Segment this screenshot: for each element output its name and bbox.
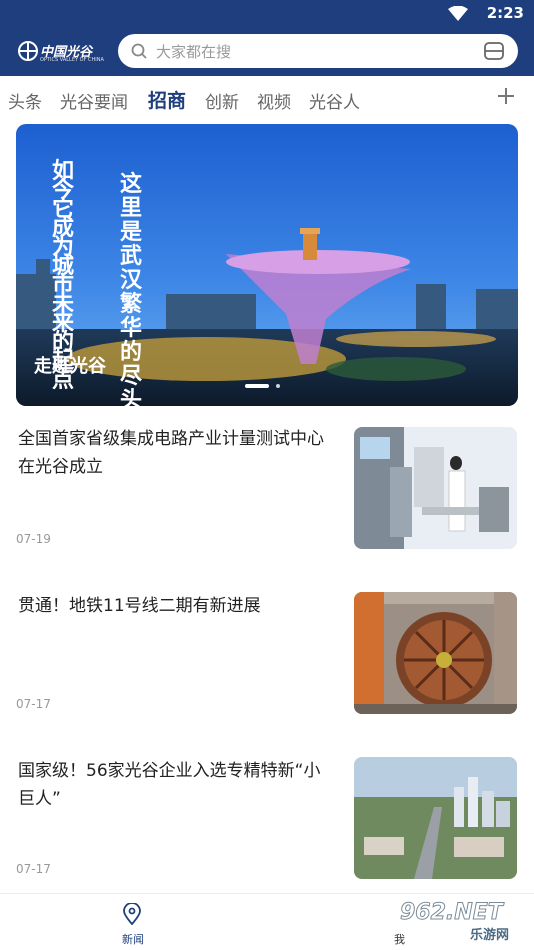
logo-subtext: OPTICS VALLEY OF CHINA: [40, 57, 104, 63]
watermark-brand: 962.NET: [400, 900, 504, 926]
search-placeholder: 大家都在搜: [156, 43, 232, 61]
news-thumbnail[interactable]: [354, 757, 517, 879]
lab-photo: [354, 427, 517, 549]
banner-caption: 走进光谷: [34, 356, 106, 377]
tab-innovation[interactable]: 创新: [205, 88, 239, 113]
tunnel-boring-machine-photo: [354, 592, 517, 714]
add-channel-icon[interactable]: [496, 86, 516, 106]
app-header: 2:23 中国光谷 OPTICS VALLEY OF CHINA 大家都在搜: [0, 0, 534, 76]
tab-optics-valley-news[interactable]: 光谷要闻: [60, 88, 128, 113]
search-bar[interactable]: 大家都在搜: [118, 34, 518, 68]
news-date: 07-17: [16, 697, 51, 711]
news-title[interactable]: 贯通！地铁11号线二期有新进展: [18, 592, 334, 620]
news-date: 07-19: [16, 532, 51, 546]
location-pin-icon[interactable]: [122, 903, 142, 925]
news-title[interactable]: 全国首家省级集成电路产业计量测试中心在光谷成立: [18, 425, 334, 481]
city-aerial-photo: [354, 757, 517, 879]
scan-icon[interactable]: [484, 42, 504, 60]
tab-investment[interactable]: 招商: [148, 86, 186, 113]
tab-headlines[interactable]: 头条: [8, 88, 42, 113]
nav-news-label[interactable]: 新闻: [122, 931, 144, 947]
news-date: 07-17: [16, 862, 51, 876]
status-time: 2:23: [486, 4, 524, 22]
news-thumbnail[interactable]: [354, 592, 517, 714]
carousel-indicator-active[interactable]: [245, 384, 269, 388]
banner-poster-line-1: 这里是武汉繁华的尽头: [120, 171, 143, 406]
news-title[interactable]: 国家级！56家光谷企业入选专精特新“小巨人”: [18, 757, 334, 813]
nav-me-label[interactable]: 我: [394, 931, 405, 947]
news-thumbnail[interactable]: [354, 427, 517, 549]
tab-people[interactable]: 光谷人: [309, 88, 360, 113]
tab-video[interactable]: 视频: [257, 88, 291, 113]
search-icon: [131, 43, 147, 59]
watermark-sub: 乐游网: [470, 928, 510, 943]
logo-mark-icon: [18, 41, 38, 61]
wifi-icon: [448, 6, 468, 21]
carousel-indicator[interactable]: [276, 384, 280, 388]
app-logo[interactable]: 中国光谷 OPTICS VALLEY OF CHINA: [16, 37, 104, 67]
